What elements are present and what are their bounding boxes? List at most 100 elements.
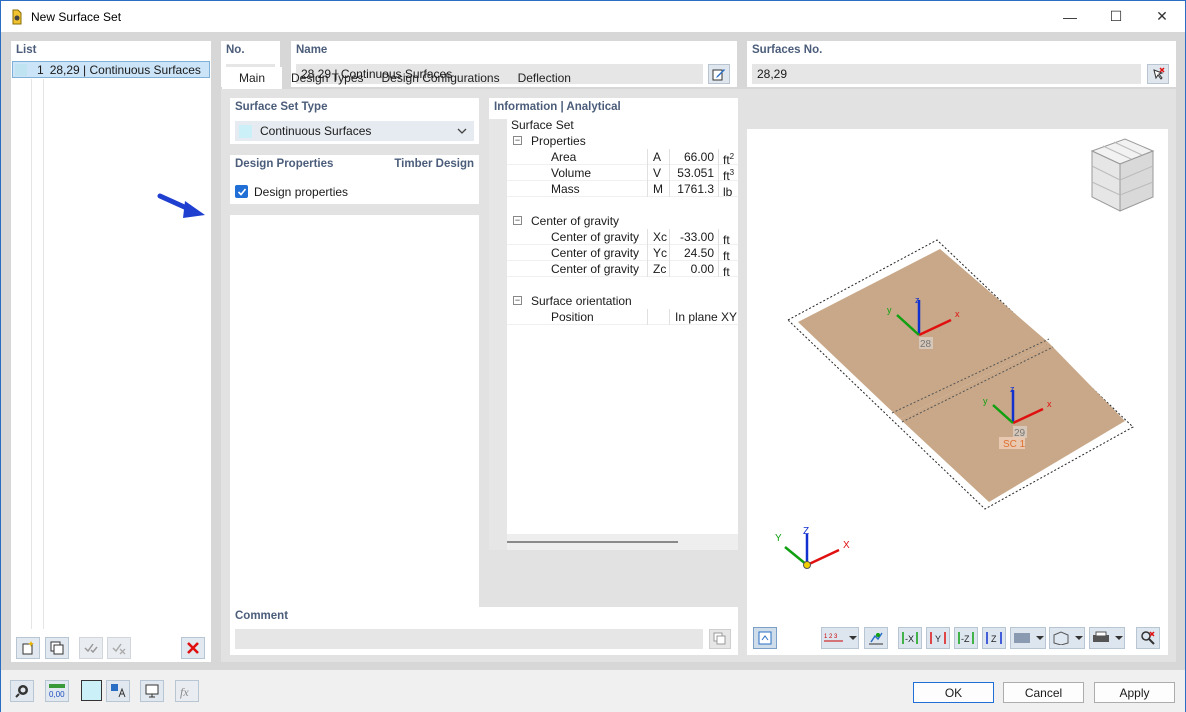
surface-set-type-value: Continuous Surfaces [260,124,372,138]
maximize-button[interactable]: ☐ [1093,1,1139,32]
uncheck-button[interactable] [107,637,131,659]
select-cursor-icon [1153,67,1165,80]
property-symbol: Yc [647,245,669,261]
show-results-button[interactable] [864,627,888,649]
delete-icon [187,642,199,654]
property-unit: lb [718,181,738,199]
box-view-button[interactable] [1049,627,1085,649]
list-item[interactable]: 1 28,29 | Continuous Surfaces [12,61,210,78]
color-swatch [15,63,27,76]
formula-icon: fx [180,685,189,699]
comment-library-button[interactable] [709,629,731,649]
view-minus-z-button[interactable]: -Z [954,627,978,649]
svg-text:-Z: -Z [961,634,970,644]
type-color-swatch [239,124,252,138]
collapse-toggle[interactable]: − [513,136,522,145]
model-info-icon [111,684,126,698]
numbering-icon: 1 2 3 [824,634,857,642]
minimize-button[interactable]: — [1047,1,1093,32]
property-value: 53.051 [669,165,717,181]
display-button[interactable] [140,680,164,702]
property-row: Volume V 53.051 ft3 [507,165,738,183]
horizontal-scrollbar[interactable] [489,534,738,550]
view-z-button[interactable]: Z [982,627,1006,649]
property-row: Center of gravity Xc -33.00 ft [507,229,738,247]
property-symbol: Zc [647,261,669,277]
tree-group: Center of gravity [531,214,620,228]
display-mode-button[interactable] [1010,627,1046,649]
property-row: Center of gravity Yc 24.50 ft [507,245,738,263]
tab-design-types[interactable]: Design Types [282,67,373,89]
model-view: z x y 28 z x y 29 SC 1 Z X Y [775,138,1155,569]
delete-item-button[interactable] [181,637,205,659]
property-name: Volume [551,166,592,180]
collapse-toggle[interactable]: − [513,216,522,225]
close-button[interactable]: ✕ [1139,1,1185,32]
apply-button[interactable]: Apply [1094,682,1175,703]
property-unit: ft3 [718,165,738,183]
number-label: No. [226,44,245,56]
formula-button[interactable]: fx [175,680,199,702]
unit-exponent: 2 [729,152,735,161]
property-name: Center of gravity [551,246,640,260]
comment-field[interactable] [235,629,703,649]
svg-text:-X: -X [905,634,914,644]
view-y-button[interactable]: Y [926,627,950,649]
surfaces-label: Surfaces No. [752,44,823,56]
surface-set-type-select[interactable]: Continuous Surfaces [235,121,474,141]
scrollbar-thumb[interactable] [506,541,678,543]
unit-text: ft [723,265,730,279]
ok-button[interactable]: OK [913,682,994,703]
uncheck-icon [112,643,126,655]
select-surfaces-button[interactable] [1147,64,1169,84]
units-button[interactable]: 0,00 [45,680,69,702]
property-unit: ft2 [718,149,738,167]
tree-root: Surface Set [511,118,574,132]
copy-item-button[interactable] [45,637,69,659]
property-unit: ft [718,245,738,263]
tab-main[interactable]: Main [222,67,283,89]
property-name: Area [551,150,577,164]
collapse-toggle[interactable]: − [513,296,522,305]
new-item-button[interactable] [16,637,40,659]
chevron-down-icon [457,128,467,134]
tab-design-configurations[interactable]: Design Configurations [373,67,509,89]
check-all-button[interactable] [79,637,103,659]
print-button[interactable] [1089,627,1125,649]
tab-bar: Main Design Types Design Configurations … [222,67,580,89]
timber-design-label: Timber Design [394,158,474,170]
property-name: Center of gravity [551,262,640,276]
tab-deflection[interactable]: Deflection [509,67,580,89]
window-title: New Surface Set [31,9,122,24]
svg-text:0,00: 0,00 [49,690,65,699]
surfaces-field[interactable]: 28,29 [752,64,1141,84]
printer-icon [1093,631,1123,642]
edit-name-button[interactable] [708,64,730,84]
svg-text:1 2 3: 1 2 3 [824,634,838,640]
comment-label: Comment [235,610,289,622]
property-symbol: M [647,181,669,197]
svg-text:X: X [843,540,850,551]
graphics-viewport[interactable]: z x y 28 z x y 29 SC 1 Z X Y 1 2 3 -X Y … [747,129,1168,655]
numbering-button[interactable]: 1 2 3 [821,627,859,649]
view-settings-button[interactable] [753,627,777,649]
property-name: Position [551,310,594,324]
list-guide [31,79,32,629]
navigation-cube[interactable] [1090,138,1155,212]
design-properties-checkbox-label: Design properties [254,185,349,199]
unit-text: lb [723,185,733,199]
svg-text:x: x [1047,399,1052,409]
svg-text:Z: Z [991,634,997,644]
cancel-button[interactable]: Cancel [1003,682,1084,703]
view-minus-x-button[interactable]: -X [898,627,922,649]
svg-text:fx: fx [180,685,189,699]
details-panel [230,215,479,627]
design-properties-checkbox[interactable] [235,185,248,198]
clear-selection-button[interactable] [1136,627,1160,649]
color-button[interactable] [81,680,102,701]
information-panel: Information | Analytical −Surface Set−Pr… [489,98,738,550]
surface-set-type-panel: Surface Set Type Continuous Surfaces [230,98,479,144]
property-value: 66.00 [669,149,717,165]
search-button[interactable] [10,680,34,702]
model-info-button[interactable] [106,680,130,702]
